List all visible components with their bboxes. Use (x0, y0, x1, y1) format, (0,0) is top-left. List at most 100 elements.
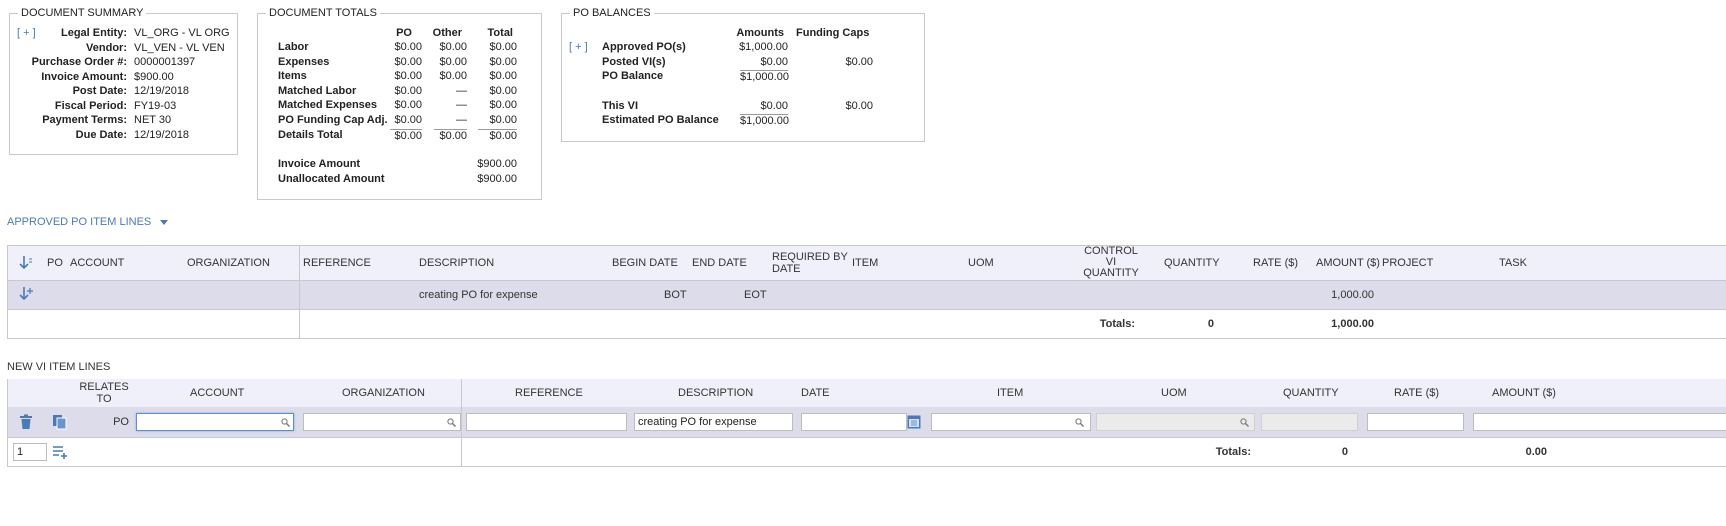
totals-row-other: — (456, 84, 467, 97)
totals-col-other: Other (432, 27, 462, 39)
totals-row-label: Matched Labor (278, 84, 357, 97)
col-control-vi-quantity: CONTROL VI QUANTITY (1083, 245, 1139, 279)
account-search-icon[interactable] (281, 418, 290, 427)
col-task: TASK (1499, 257, 1527, 269)
new-totals-quantity: 0 (1341, 446, 1348, 458)
totals-row-total: $0.00 (489, 55, 517, 68)
col-item: ITEM (852, 257, 879, 269)
uom-search-icon[interactable] (1240, 418, 1249, 427)
add-lines-icon[interactable] (52, 444, 68, 460)
document-totals-legend: DOCUMENT TOTALS (266, 7, 380, 20)
totals-row-total: $0.00 (489, 41, 517, 53)
unallocated-amount-label: Unallocated Amount (278, 173, 385, 185)
totals-row-total: $0.00 (489, 99, 517, 112)
this-vi-value: $0.00 (760, 100, 788, 112)
this-vi-cap: $0.00 (845, 100, 873, 112)
add-lines-count-input[interactable] (13, 443, 47, 461)
col-uom: UOM (968, 257, 994, 269)
totals-row-po: $0.00 (394, 99, 422, 112)
totals-row-label: Expenses (278, 55, 330, 68)
po-balance-value: $1,000.00 (740, 70, 789, 83)
totals-row-other: $0.00 (434, 128, 467, 143)
new-vi-grid: RELATES TO ACCOUNT ORGANIZATION REFERENC… (7, 379, 1726, 467)
new-col-quantity: QUANTITY (1283, 387, 1339, 399)
account-input[interactable] (136, 413, 294, 431)
totals-row-label: Items (278, 70, 307, 83)
totals-row-total: $0.00 (489, 70, 517, 83)
rate-input[interactable] (1367, 413, 1464, 431)
new-col-description: DESCRIPTION (678, 387, 754, 399)
totals-row-label: Labor (278, 41, 309, 53)
new-col-organization: ORGANIZATION (342, 387, 425, 399)
col-amount: AMOUNT ($) (1316, 257, 1380, 269)
unallocated-amount-value: $900.00 (477, 173, 517, 185)
totals-row-label: PO Funding Cap Adj. (278, 114, 388, 126)
estimated-po-balance-label: Estimated PO Balance (602, 114, 719, 126)
col-required-by-date: REQUIRED BY DATE (772, 251, 848, 275)
balances-col-amounts: Amounts (736, 27, 784, 39)
summary-value: NET 30 (134, 114, 172, 126)
col-reference: REFERENCE (303, 257, 371, 269)
posted-vis-value: $0.00 (760, 56, 788, 68)
summary-label: Payment Terms: (42, 114, 127, 126)
summary-value: 12/19/2018 (134, 128, 190, 141)
this-vi-label: This VI (602, 100, 639, 112)
new-totals-label: Totals: (1215, 446, 1251, 458)
approved-totals-label: Totals: (1099, 318, 1135, 330)
item-search-icon[interactable] (1075, 418, 1084, 427)
new-col-rate: RATE ($) (1394, 387, 1440, 399)
totals-col-total: Total (487, 27, 513, 39)
summary-value: $900.00 (134, 70, 174, 83)
col-rate: RATE ($) (1253, 257, 1299, 269)
totals-row-label: Matched Expenses (278, 99, 378, 112)
summary-label: Invoice Amount: (41, 70, 127, 83)
summary-label: Vendor: (86, 41, 127, 54)
reference-input[interactable] (466, 413, 627, 431)
totals-row-other: $0.00 (439, 70, 467, 83)
new-col-date: DATE (801, 387, 830, 399)
date-input[interactable] (801, 413, 907, 431)
row-begin-date: BOT (664, 289, 687, 301)
totals-row-other: — (456, 114, 467, 126)
col-description: DESCRIPTION (419, 257, 495, 269)
trash-icon[interactable] (19, 414, 33, 430)
approved-po-grid: PO ACCOUNT ORGANIZATION REFERENCE DESCRI… (7, 245, 1726, 339)
summary-value: FY19-03 (134, 99, 177, 112)
estimated-po-balance-value: $1,000.00 (740, 114, 789, 127)
balances-col-caps: Funding Caps (796, 27, 870, 39)
summary-value: 0000001397 (134, 56, 196, 68)
new-col-account: ACCOUNT (190, 387, 245, 399)
organization-input[interactable] (303, 413, 461, 431)
totals-row-po: $0.00 (394, 55, 422, 68)
approved-grid-row[interactable] (8, 280, 1726, 309)
approved-po-expand-link[interactable]: [ + ] (569, 41, 588, 54)
col-relates-to: RELATES TO (79, 381, 129, 405)
totals-row-po: $0.00 (394, 70, 422, 83)
summary-value: 12/19/2018 (134, 85, 190, 97)
approved-po-item-lines-toggle[interactable]: APPROVED PO ITEM LINES (7, 216, 169, 229)
item-input[interactable] (931, 413, 1091, 431)
amount-input[interactable] (1473, 413, 1726, 431)
row-end-date: EOT (744, 289, 767, 301)
organization-search-icon[interactable] (447, 418, 456, 427)
uom-input[interactable] (1096, 413, 1255, 431)
description-input[interactable] (634, 413, 793, 431)
calendar-icon[interactable] (907, 414, 921, 429)
new-col-reference: REFERENCE (515, 387, 583, 399)
new-col-amount: AMOUNT ($) (1492, 387, 1556, 399)
copy-icon[interactable] (52, 414, 68, 430)
summary-label: Post Date: (72, 85, 127, 97)
totals-row-po: $0.00 (394, 114, 422, 126)
sort-add-icon[interactable] (18, 286, 34, 302)
row-relates-to: PO (113, 416, 129, 428)
summary-value: VL_VEN - VL VEN (134, 41, 225, 54)
col-end-date: END DATE (692, 257, 747, 269)
document-summary-legend: DOCUMENT SUMMARY (18, 7, 147, 20)
col-begin-date: BEGIN DATE (612, 257, 678, 269)
totals-row-total: $0.00 (489, 84, 517, 97)
sort-down-icon[interactable] (18, 255, 34, 271)
col-quantity: QUANTITY (1164, 257, 1220, 269)
col-project: PROJECT (1382, 257, 1434, 269)
approved-totals-quantity: 0 (1207, 318, 1214, 330)
quantity-input[interactable] (1261, 413, 1358, 431)
